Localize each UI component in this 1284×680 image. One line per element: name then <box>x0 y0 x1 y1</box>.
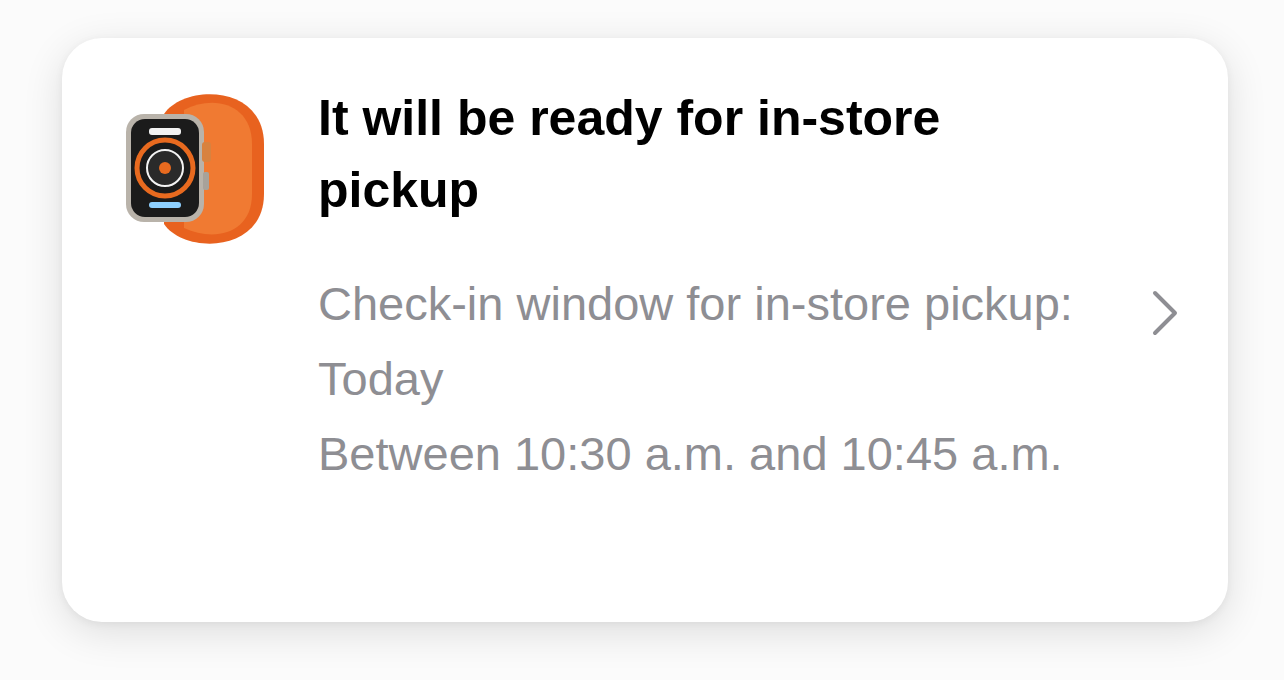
pickup-title: It will be ready for in-store pickup <box>318 82 958 226</box>
pickup-details: Check-in window for in-store pickup: Tod… <box>318 266 1088 491</box>
page: It will be ready for in-store pickup Che… <box>0 0 1284 680</box>
pickup-card[interactable]: It will be ready for in-store pickup Che… <box>62 38 1228 622</box>
detail-line: Check-in window for in-store pickup: Tod… <box>318 266 1088 416</box>
watch-thumbnail <box>124 84 274 258</box>
chevron-right-icon[interactable] <box>1150 288 1180 338</box>
watch-icon <box>124 84 274 254</box>
detail-line: Between 10:30 a.m. and 10:45 a.m. <box>318 416 1088 491</box>
